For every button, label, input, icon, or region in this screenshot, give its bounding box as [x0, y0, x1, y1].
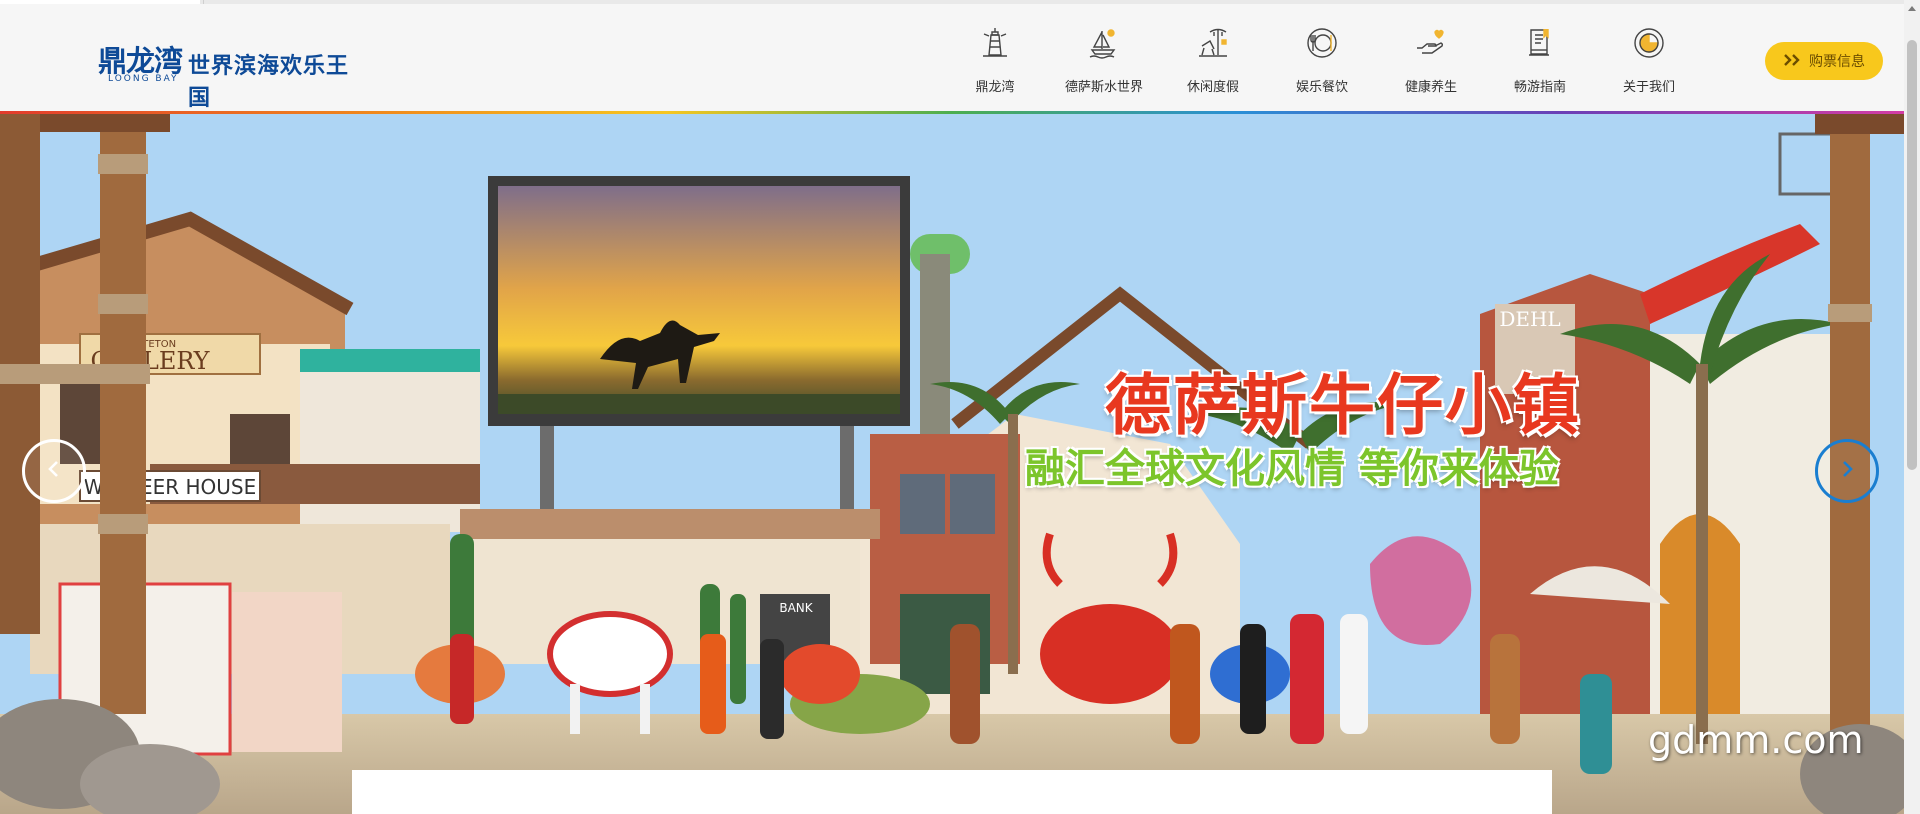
site-header: 鼎龙湾 LOONG BAY 世界滨海欢乐王国 鼎龙湾 德萨斯水世界 休闲度假 娱… — [0, 4, 1904, 111]
nav-label: 休闲度假 — [1186, 80, 1239, 95]
double-chevron-icon — [1783, 52, 1803, 71]
info-circle-icon — [1632, 26, 1666, 60]
site-logo[interactable]: 鼎龙湾 LOONG BAY 世界滨海欢乐王国 — [98, 38, 368, 111]
slide-subheadline: 融汇全球文化风情 等你来体验 — [1025, 446, 1559, 492]
nav-item-dinglongwan[interactable]: 鼎龙湾 — [945, 26, 1045, 102]
hero-banner: GALLERY ND TETON WH HEER HOUSE BANK DEHL… — [0, 114, 1904, 814]
site-watermark: gdmm.com — [1648, 718, 1864, 762]
scroll-up-icon[interactable] — [1908, 6, 1916, 11]
nav-label: 娱乐餐饮 — [1295, 80, 1348, 95]
sailboat-icon — [1087, 26, 1121, 60]
slide-headline: 德萨斯牛仔小镇 — [1105, 367, 1581, 444]
chevron-left-icon — [44, 459, 64, 483]
guidebook-icon — [1523, 26, 1557, 60]
content-card-top — [352, 770, 1552, 814]
lighthouse-icon — [978, 26, 1012, 60]
nav-item-dining[interactable]: 娱乐餐饮 — [1272, 26, 1372, 102]
beach-chair-icon — [1196, 26, 1230, 60]
bank-sign: BANK — [779, 601, 813, 615]
nav-item-wellness[interactable]: 健康养生 — [1381, 26, 1481, 102]
logo-park-name: 世界滨海欢乐王国 — [188, 54, 350, 111]
nav-item-leisure[interactable]: 休闲度假 — [1163, 26, 1263, 102]
nav-label: 畅游指南 — [1513, 80, 1566, 95]
chevron-right-icon — [1837, 459, 1857, 483]
nav-label: 健康养生 — [1404, 80, 1457, 95]
nav-label: 关于我们 — [1622, 80, 1675, 95]
buy-ticket-button[interactable]: 购票信息 — [1765, 42, 1883, 80]
ticket-button-label: 购票信息 — [1809, 54, 1865, 70]
nav-item-guide[interactable]: 畅游指南 — [1490, 26, 1590, 102]
logo-brand-en: LOONG BAY — [108, 74, 179, 84]
nav-label: 鼎龙湾 — [975, 80, 1015, 95]
plate-icon — [1305, 26, 1339, 60]
nav-item-water-world[interactable]: 德萨斯水世界 — [1054, 26, 1154, 102]
nav-label: 德萨斯水世界 — [1064, 80, 1143, 95]
dehl-sign: DEHL — [1499, 307, 1560, 331]
nav-item-about[interactable]: 关于我们 — [1599, 26, 1699, 102]
banner-scene: GALLERY ND TETON WH HEER HOUSE BANK DEHL — [0, 114, 1904, 814]
page-scrollbar[interactable] — [1904, 0, 1920, 814]
carousel-next-button[interactable] — [1815, 439, 1879, 503]
carousel-prev-button[interactable] — [22, 439, 86, 503]
scrollbar-thumb[interactable] — [1907, 40, 1917, 470]
heart-hand-icon — [1414, 26, 1448, 60]
